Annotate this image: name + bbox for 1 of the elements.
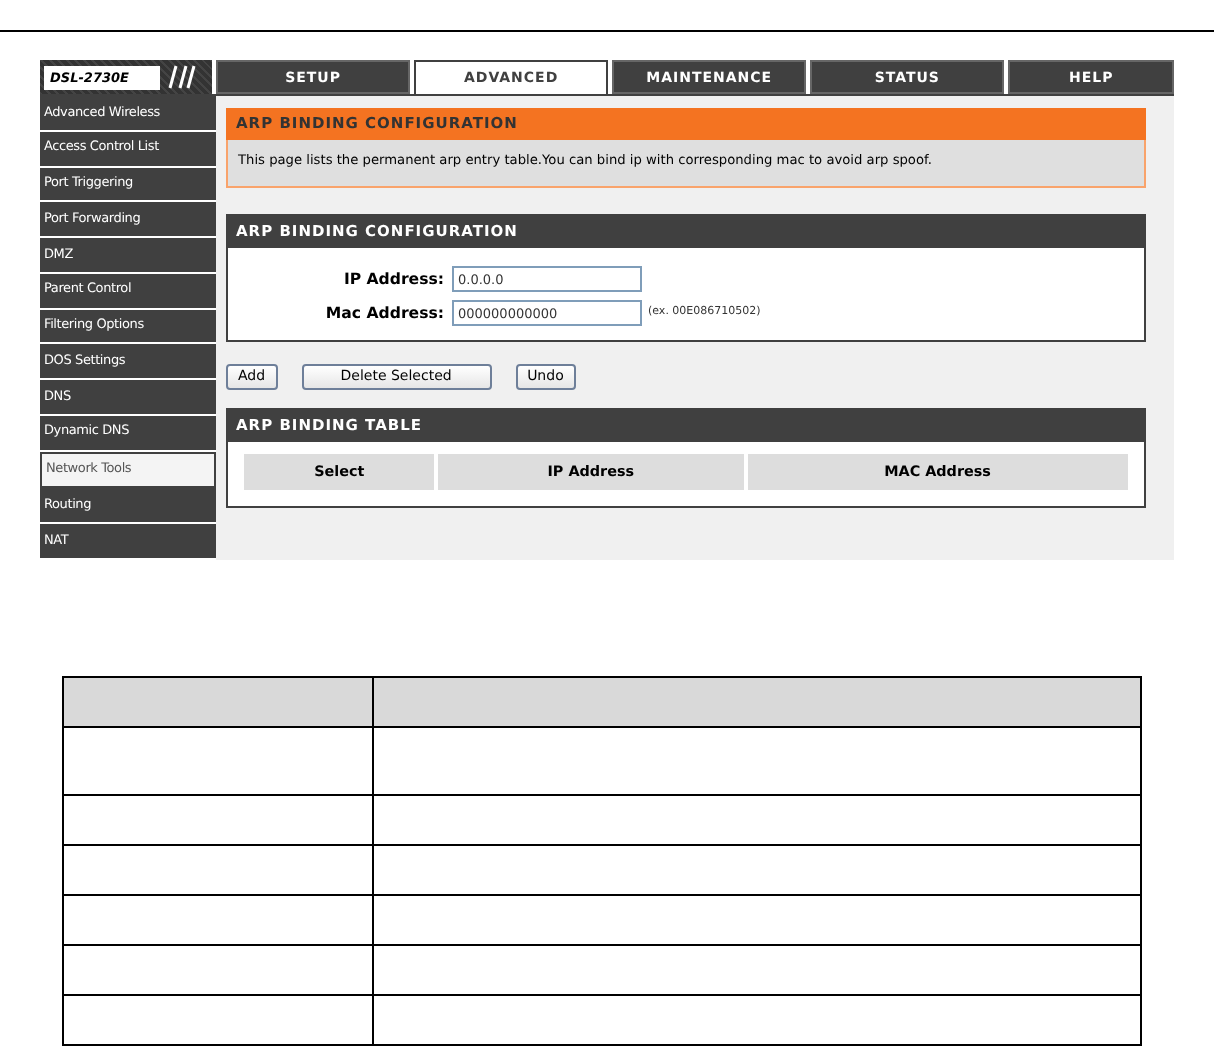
- slash-icon: [168, 64, 196, 90]
